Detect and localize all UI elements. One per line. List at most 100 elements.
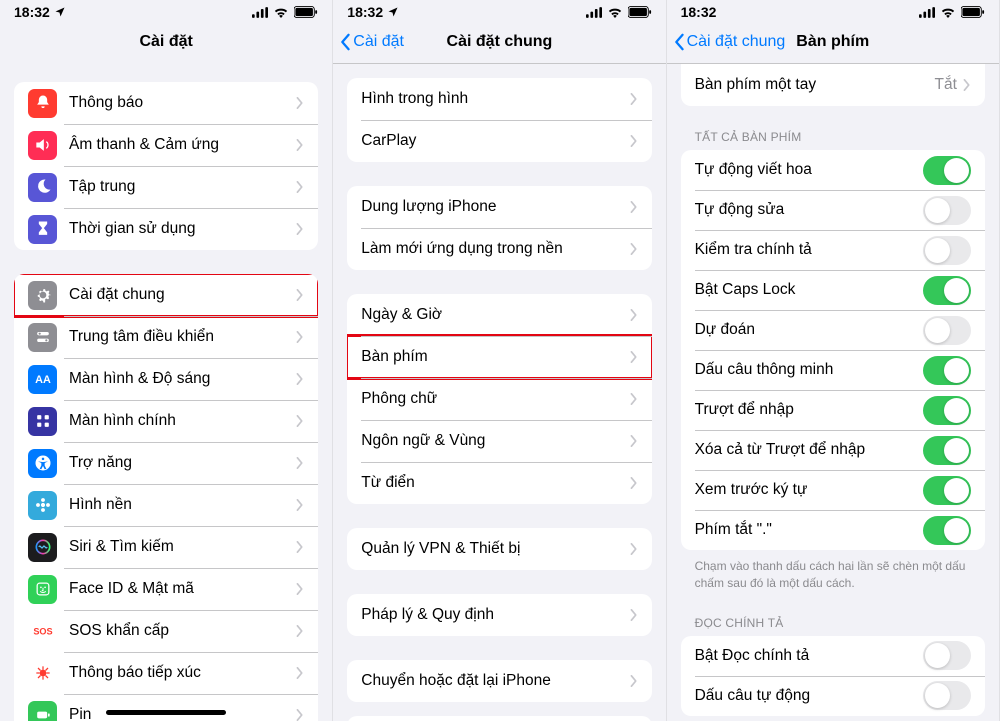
keyboard-settings-list[interactable]: Bàn phím một tay Tắt TẤT CẢ BÀN PHÍM Tự … (667, 64, 999, 721)
settings-row[interactable]: Thông báo (14, 82, 318, 124)
row-label: Bật Đọc chính tả (695, 647, 923, 665)
row-value: Tắt (934, 76, 956, 94)
general-settings-screen: 18:32 Cài đặt Cài đặt chung Hình trong h… (333, 0, 666, 721)
settings-row[interactable]: Cài đặt chung (14, 274, 318, 316)
row-label: Dự đoán (695, 321, 923, 339)
row-label: Trợ năng (69, 454, 296, 472)
battery-icon (961, 6, 985, 18)
row-label: Chuyển hoặc đặt lại iPhone (361, 672, 629, 690)
settings-row[interactable]: SOS SOS khẩn cấp (14, 610, 318, 652)
chevron-right-icon (296, 625, 304, 637)
settings-row[interactable]: Hình nền (14, 484, 318, 526)
toggle-switch[interactable] (923, 476, 971, 505)
bell-icon (28, 89, 57, 118)
chevron-right-icon (296, 97, 304, 109)
back-button[interactable]: Cài đặt chung (673, 33, 786, 51)
settings-row[interactable]: AA Màn hình & Độ sáng (14, 358, 318, 400)
settings-row[interactable]: Siri & Tìm kiếm (14, 526, 318, 568)
toggle-switch[interactable] (923, 681, 971, 710)
settings-list[interactable]: Thông báo Âm thanh & Cảm ứng Tập trung T… (0, 64, 332, 721)
settings-row[interactable]: Face ID & Mật mã (14, 568, 318, 610)
back-label: Cài đặt (353, 33, 404, 51)
row-label: Xóa cả từ Trượt để nhập (695, 441, 923, 459)
row-label: Bật Caps Lock (695, 281, 923, 299)
toggle-switch[interactable] (923, 516, 971, 545)
virus-icon (28, 659, 57, 688)
home-indicator[interactable] (106, 710, 226, 715)
settings-row[interactable]: Thời gian sử dụng (14, 208, 318, 250)
status-time: 18:32 (14, 4, 50, 20)
settings-row[interactable]: Làm mới ứng dụng trong nền (347, 228, 651, 270)
row-label: Tự động sửa (695, 201, 923, 219)
one-handed-keyboard-row[interactable]: Bàn phím một tay Tắt (681, 64, 985, 106)
wifi-icon (940, 7, 956, 18)
chevron-right-icon (296, 499, 304, 511)
page-title: Cài đặt (139, 33, 192, 51)
row-label: Tập trung (69, 178, 296, 196)
row-label: Tự động viết hoa (695, 161, 923, 179)
navbar: Cài đặt Cài đặt chung (333, 20, 665, 64)
row-label: Trung tâm điều khiển (69, 328, 296, 346)
settings-row[interactable]: Quản lý VPN & Thiết bị (347, 528, 651, 570)
toggle-switch[interactable] (923, 316, 971, 345)
row-label: Hình trong hình (361, 90, 629, 108)
chevron-right-icon (296, 667, 304, 679)
toggle-switch[interactable] (923, 356, 971, 385)
row-label: Pháp lý & Quy định (361, 606, 629, 624)
row-label: Dấu câu thông minh (695, 361, 923, 379)
settings-row[interactable]: Ngôn ngữ & Vùng (347, 420, 651, 462)
chevron-right-icon (630, 135, 638, 147)
row-label: Siri & Tìm kiếm (69, 538, 296, 556)
settings-row[interactable]: Từ điển (347, 462, 651, 504)
settings-row[interactable]: Pháp lý & Quy định (347, 594, 651, 636)
shutdown-button[interactable]: Tắt máy (347, 716, 651, 721)
settings-row[interactable]: Trợ năng (14, 442, 318, 484)
settings-row[interactable]: Âm thanh & Cảm ứng (14, 124, 318, 166)
chevron-right-icon (296, 583, 304, 595)
toggle-switch[interactable] (923, 156, 971, 185)
row-label: Kiểm tra chính tả (695, 241, 923, 259)
keyboard-settings-screen: 18:32 Cài đặt chung Bàn phím Bàn phím mộ… (667, 0, 1000, 721)
row-label: Hình nền (69, 496, 296, 514)
settings-row[interactable]: Màn hình chính (14, 400, 318, 442)
toggle-switch[interactable] (923, 436, 971, 465)
row-label: Face ID & Mật mã (69, 580, 296, 598)
row-label: Phím tắt "." (695, 521, 923, 539)
row-label: Phông chữ (361, 390, 629, 408)
chevron-right-icon (630, 351, 638, 363)
signal-icon (252, 7, 268, 18)
chevron-right-icon (630, 543, 638, 555)
chevron-right-icon (296, 139, 304, 151)
row-label: Làm mới ứng dụng trong nền (361, 240, 629, 258)
settings-row[interactable]: Ngày & Giờ (347, 294, 651, 336)
settings-row[interactable]: Pin (14, 694, 318, 721)
row-label: Xem trước ký tự (695, 481, 923, 499)
settings-row[interactable]: Trung tâm điều khiển (14, 316, 318, 358)
toggle-row: Tự động sửa (681, 190, 985, 230)
svg-text:SOS: SOS (33, 626, 52, 636)
settings-row[interactable]: Chuyển hoặc đặt lại iPhone (347, 660, 651, 702)
settings-row[interactable]: Tập trung (14, 166, 318, 208)
toggle-switch[interactable] (923, 396, 971, 425)
settings-row[interactable]: Bàn phím (347, 336, 651, 378)
settings-row[interactable]: Phông chữ (347, 378, 651, 420)
settings-row[interactable]: Dung lượng iPhone (347, 186, 651, 228)
toggle-row: Xóa cả từ Trượt để nhập (681, 430, 985, 470)
toggle-switch[interactable] (923, 641, 971, 670)
back-button[interactable]: Cài đặt (339, 33, 404, 51)
settings-row[interactable]: CarPlay (347, 120, 651, 162)
chevron-right-icon (630, 675, 638, 687)
chevron-right-icon (630, 435, 638, 447)
toggle-switch[interactable] (923, 196, 971, 225)
toggle-switch[interactable] (923, 236, 971, 265)
chevron-right-icon (296, 331, 304, 343)
row-label: Âm thanh & Cảm ứng (69, 136, 296, 154)
toggle-switch[interactable] (923, 276, 971, 305)
general-settings-list[interactable]: Hình trong hình CarPlay Dung lượng iPhon… (333, 64, 665, 721)
toggle-row: Bật Caps Lock (681, 270, 985, 310)
settings-row[interactable]: Hình trong hình (347, 78, 651, 120)
settings-root-screen: 18:32 Cài đặt Thông báo Âm thanh & Cảm ứ… (0, 0, 333, 721)
chevron-right-icon (296, 181, 304, 193)
settings-row[interactable]: Thông báo tiếp xúc (14, 652, 318, 694)
row-label: Trượt để nhập (695, 401, 923, 419)
